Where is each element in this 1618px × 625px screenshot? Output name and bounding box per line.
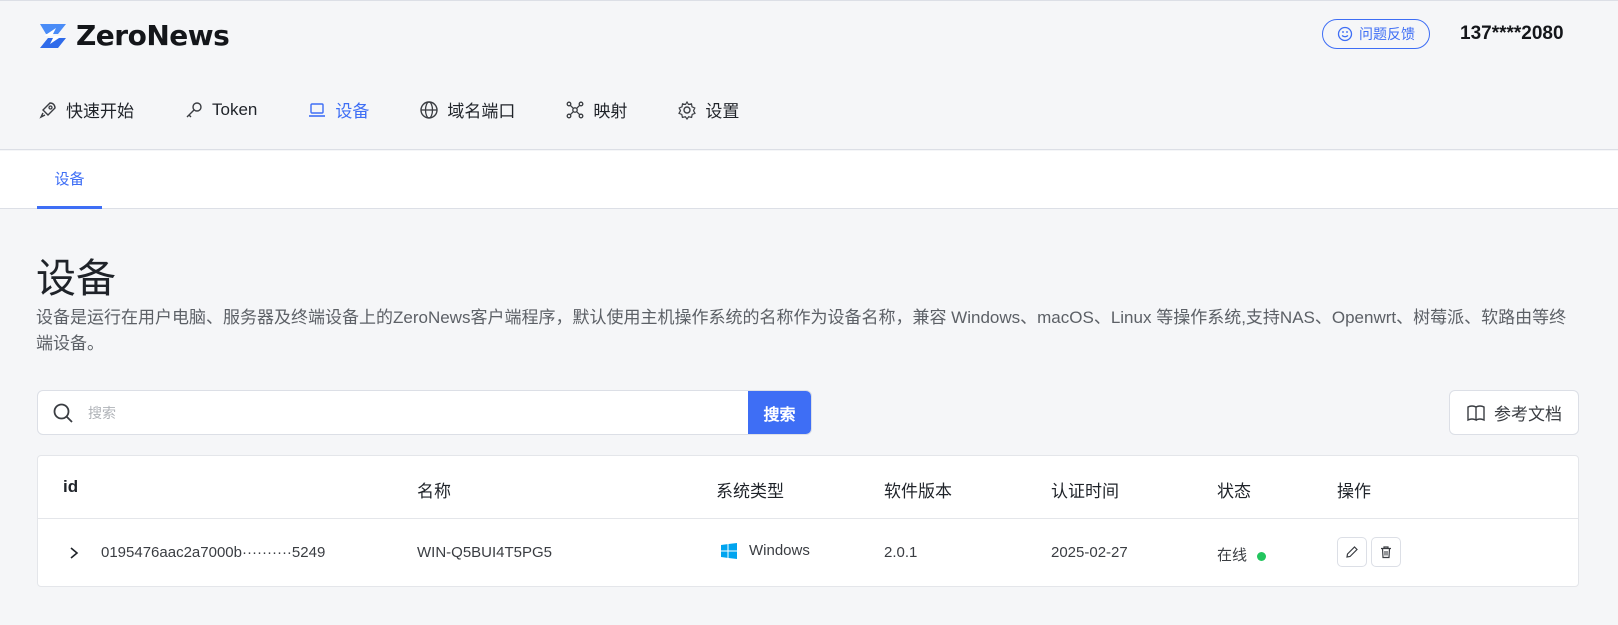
auth-time: 2025-02-27 [1051,544,1128,561]
brand-name: ZeroNews [76,19,230,52]
feedback-button[interactable]: 问题反馈 [1322,19,1430,49]
globe-icon [420,100,439,119]
os-label: Windows [749,542,810,559]
nav-label: 域名端口 [447,102,516,121]
column-header-os: 系统类型 [716,482,784,501]
pencil-icon [1346,546,1358,558]
search-icon [38,391,88,434]
edit-button[interactable] [1337,537,1367,567]
chevron-right-icon [70,547,79,559]
status-label: 在线 [1217,547,1248,564]
sub-tab-bar: 设备 [0,151,1618,209]
search-bar: 搜索 [37,390,812,435]
online-status-dot [1257,551,1267,561]
device-os: Windows [721,542,810,559]
nav-label: 设置 [705,102,740,121]
search-button[interactable]: 搜索 [748,391,811,434]
key-icon [186,101,202,117]
smile-icon [1337,26,1353,42]
column-header-id: id [63,477,79,496]
column-header-auth-time: 认证时间 [1051,482,1119,501]
delete-button[interactable] [1371,537,1401,567]
rocket-icon [39,101,56,119]
nav-label: 映射 [593,102,628,121]
user-account[interactable]: 137****2080 [1460,23,1564,45]
windows-icon [721,542,737,559]
docs-button[interactable]: 参考文档 [1449,390,1579,435]
page-description: 设备是运行在用户电脑、服务器及终端设备上的ZeroNews客户端程序，默认使用主… [36,308,1567,353]
nav-item-domain-port[interactable]: 域名端口 [419,97,515,122]
network-icon [566,101,584,118]
column-header-actions: 操作 [1337,482,1371,501]
nav-label: Token [212,99,258,119]
zeronews-logo-icon [40,23,66,48]
column-header-name: 名称 [417,482,451,501]
top-header: ZeroNews 问题反馈 137****2080 快速开始 Token 设备 … [0,0,1618,150]
table-row: 0195476aac2a7000b··········5249 WIN-Q5BU… [38,519,1578,587]
gear-icon [678,100,697,120]
docs-label: 参考文档 [1494,405,1562,424]
nav-label: 快速开始 [66,102,134,121]
nav-item-mapping[interactable]: 映射 [565,97,627,122]
book-icon [1467,404,1485,421]
feedback-label: 问题反馈 [1359,26,1415,42]
status-cell: 在线 [1217,544,1267,565]
brand-logo[interactable]: ZeroNews [36,19,230,52]
nav-item-devices[interactable]: 设备 [307,97,369,122]
main-nav: 快速开始 Token 设备 域名端口 映射 设置 [38,97,789,122]
software-version: 2.0.1 [884,544,918,561]
device-id: 0195476aac2a7000b··········5249 [101,544,326,561]
search-input[interactable] [88,391,748,434]
table-header: id 名称 系统类型 软件版本 认证时间 状态 操作 [38,456,1578,519]
expand-row-button[interactable] [64,543,84,563]
nav-item-settings[interactable]: 设置 [677,97,739,122]
nav-item-quickstart[interactable]: 快速开始 [38,97,134,122]
devices-table: id 名称 系统类型 软件版本 认证时间 状态 操作 0195476aac2a7… [37,455,1579,587]
nav-item-token[interactable]: Token [184,100,257,120]
page-title: 设备 [36,257,116,301]
tab-devices[interactable]: 设备 [37,151,102,209]
trash-icon [1381,546,1391,559]
column-header-version: 软件版本 [884,482,952,501]
nav-label: 设备 [335,102,370,121]
column-header-status: 状态 [1217,482,1251,501]
laptop-icon [309,102,326,117]
device-name: WIN-Q5BUI4T5PG5 [417,544,553,561]
